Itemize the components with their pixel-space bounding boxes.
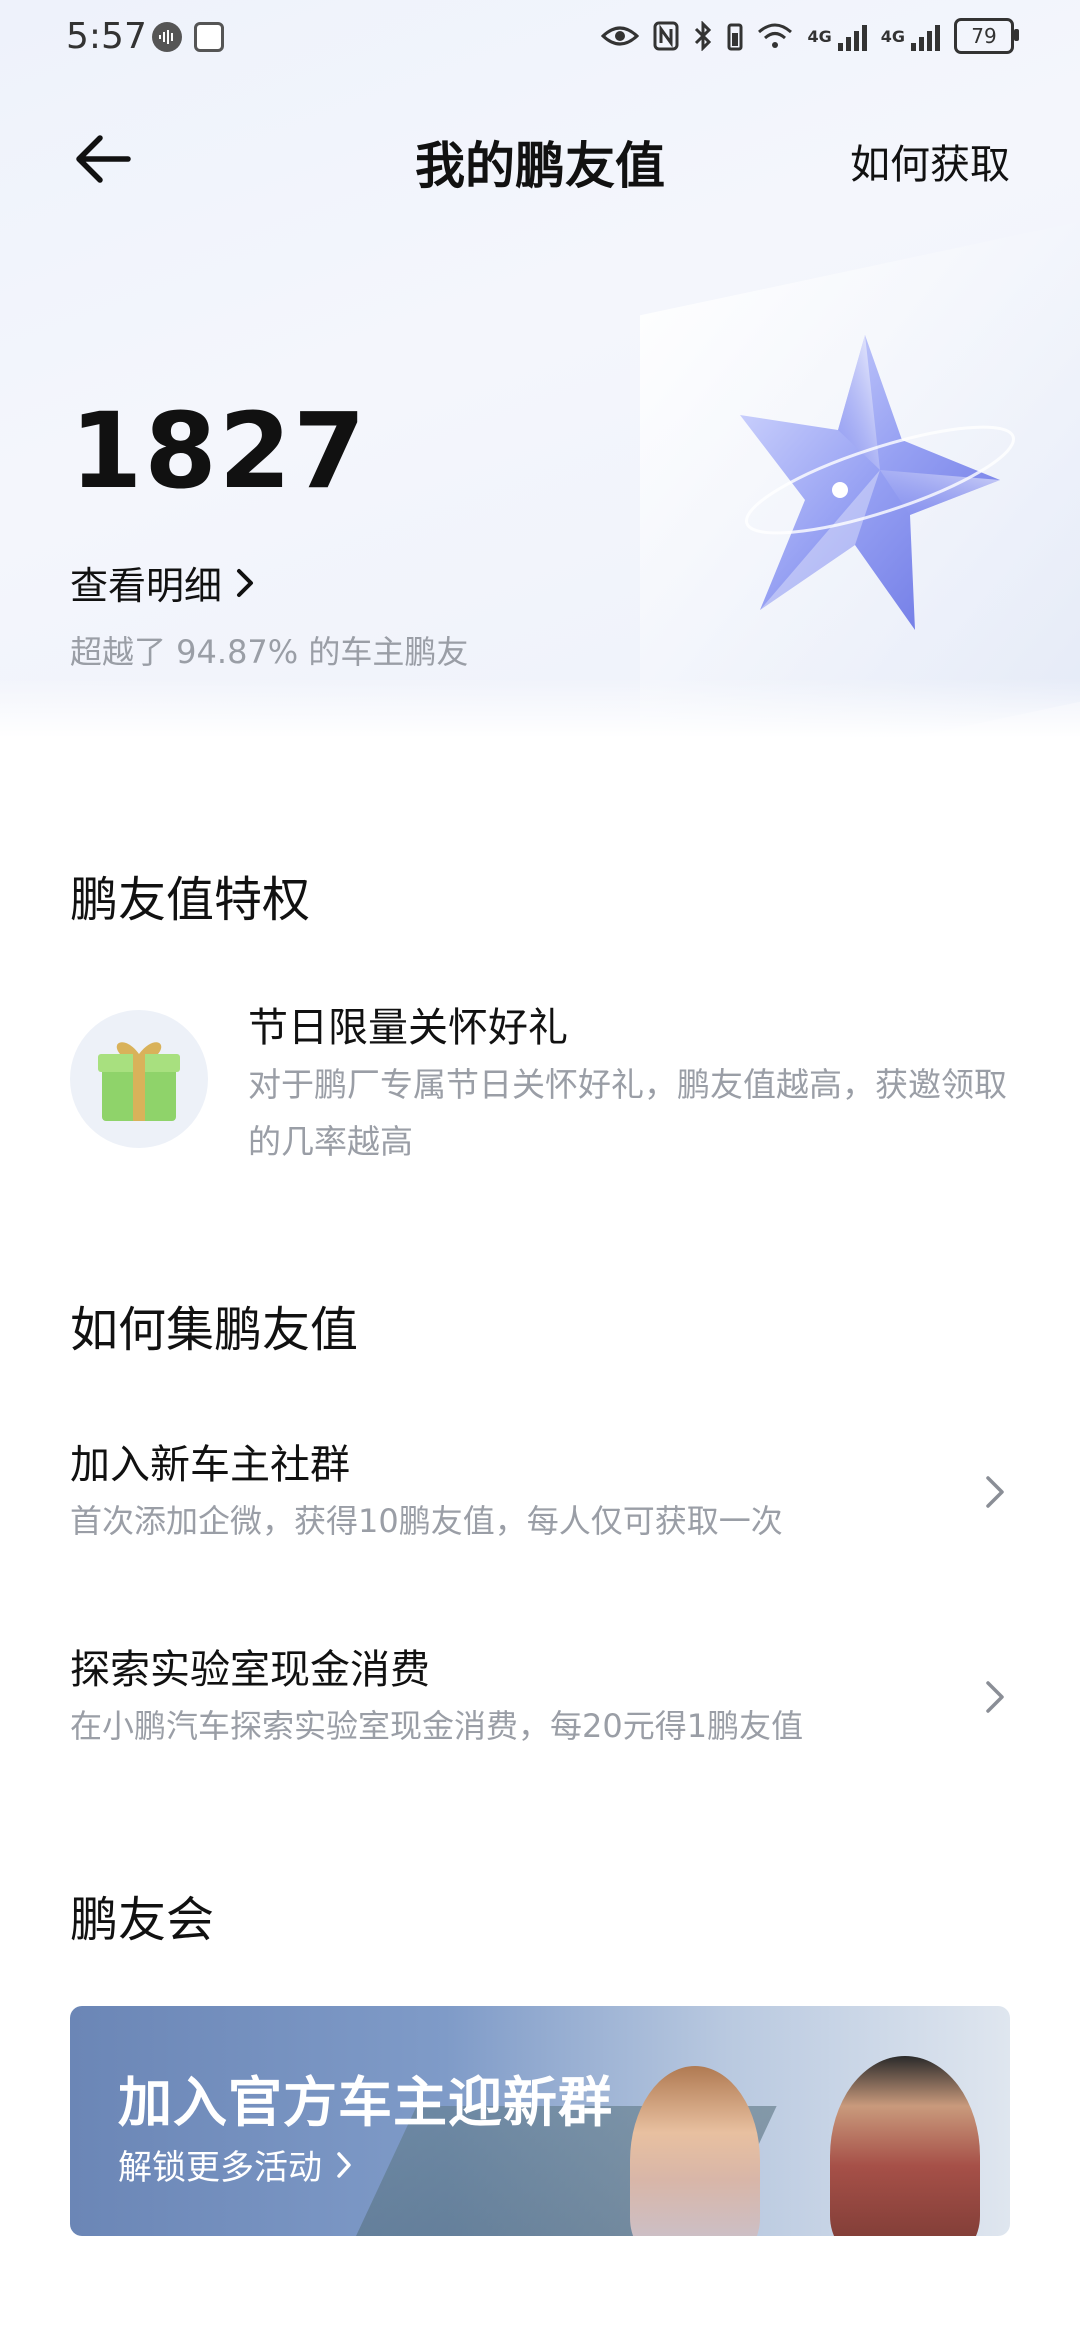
privilege-item-title: 节日限量关怀好礼 [248,1005,568,1051]
status-notification-icons [152,22,224,52]
star-icon [720,320,1020,650]
earn-title: 如何集鹏友值 [70,1302,359,1358]
club-title: 鹏友会 [70,1892,215,1948]
network-label-2: 4G [880,26,905,46]
earn-item-join-group[interactable]: 加入新车主社群 首次添加企微，获得10鹏友值，每人仅可获取一次 [0,1432,1080,1582]
earn-item-title: 加入新车主社群 [70,1442,350,1488]
eye-icon [601,26,640,46]
banner-person-woman [630,2066,760,2236]
signal-icon [837,21,867,51]
earn-item-title: 探索实验室现金消费 [70,1647,430,1693]
hand-icon [194,22,224,52]
gift-icon [70,1010,208,1148]
banner-subtitle: 解锁更多活动 [118,2140,354,2189]
banner-person-man [830,2056,980,2236]
nfc-icon [653,21,679,51]
voice-icon [152,22,182,52]
battery-level: 79 [971,24,997,48]
status-time: 5:57 [66,16,147,57]
wifi-icon [758,23,793,48]
how-to-earn-link[interactable]: 如何获取 [850,132,1010,190]
chevron-right-icon [986,1476,1004,1508]
banner-subtitle-label: 解锁更多活动 [118,2148,322,2188]
chevron-right-icon [237,568,254,597]
earn-item-lab-spending[interactable]: 探索实验室现金消费 在小鹏汽车探索实验室现金消费，每20元得1鹏友值 [0,1637,1080,1787]
banner-title: 加入官方车主迎新群 [118,2071,613,2134]
privileges-title: 鹏友值特权 [70,872,311,928]
network-label-1: 4G [807,26,832,46]
phone-battery-icon [727,23,743,51]
battery-icon: 79 [954,18,1019,54]
signal-icon [911,21,940,51]
earn-item-description: 首次添加企微，获得10鹏友值，每人仅可获取一次 [70,1502,783,1540]
status-right-icons: 4G 4G 79 [601,18,1019,54]
rank-text: 超越了 94.87% 的车主鹏友 [70,633,469,671]
privilege-item-description: 对于鹏厂专属节日关怀好礼，鹏友值越高，获邀领取的几率越高 [248,1065,1007,1161]
bluetooth-icon [695,21,712,51]
earn-item-description: 在小鹏汽车探索实验室现金消费，每20元得1鹏友值 [70,1707,804,1745]
join-group-banner[interactable]: 加入官方车主迎新群 解锁更多活动 [70,2006,1010,2236]
chevron-right-icon [337,2151,351,2178]
score-value: 1827 [70,390,368,512]
view-detail-link[interactable]: 查看明细 [70,555,256,610]
chevron-right-icon [986,1681,1004,1713]
status-bar: 5:57 4G 4G 79 [0,0,1080,76]
view-detail-label: 查看明细 [70,564,223,608]
nav-bar: 我的鹏友值 如何获取 [0,110,1080,210]
